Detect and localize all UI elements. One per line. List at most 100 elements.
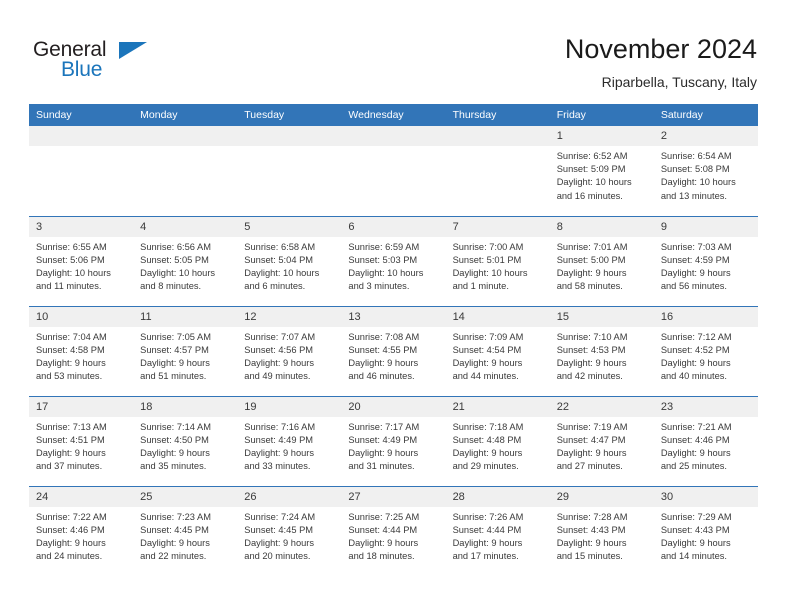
weekday-header-thursday: Thursday bbox=[445, 104, 550, 126]
calendar-day-cell-empty bbox=[445, 126, 550, 216]
daylight-text: and 56 minutes. bbox=[660, 281, 727, 292]
sunset-text: Sunset: 4:54 PM bbox=[452, 344, 522, 355]
calendar-day-cell[interactable]: 12 Sunrise: 7:07 AM Sunset: 4:56 PM Dayligh… bbox=[237, 305, 342, 396]
daylight-text: Daylight: 9 hours bbox=[36, 537, 106, 548]
calendar-day-cell[interactable]: 2 Sunrise: 6:54 AM Sunset: 5:08 PM Daylight… bbox=[653, 126, 758, 216]
calendar-day-cell[interactable]: 3 Sunrise: 6:55 AM Sunset: 5:06 PM Daylight… bbox=[29, 215, 134, 306]
day-number: 12 bbox=[237, 306, 342, 327]
calendar-day-cell[interactable]: 8 Sunrise: 7:01 AM Sunset: 5:00 PM Daylight… bbox=[549, 215, 654, 306]
calendar-day-cell[interactable]: 7 Sunrise: 7:00 AM Sunset: 5:01 PM Daylight… bbox=[445, 215, 550, 306]
calendar-day-cell[interactable]: 19 Sunrise: 7:16 AM Sunset: 4:49 PM Dayligh… bbox=[237, 395, 342, 486]
day-details: Sunrise: 7:04 AM Sunset: 4:58 PM Daylight:… bbox=[29, 327, 133, 384]
weekday-header-tuesday: Tuesday bbox=[237, 104, 342, 126]
daylight-text: Daylight: 10 hours bbox=[660, 177, 736, 188]
sunrise-text: Sunrise: 7:21 AM bbox=[660, 421, 732, 432]
day-details: Sunrise: 7:29 AM Sunset: 4:43 PM Daylight:… bbox=[654, 507, 758, 564]
daylight-text: Daylight: 9 hours bbox=[452, 447, 523, 458]
calendar-day-cell[interactable]: 6 Sunrise: 6:59 AM Sunset: 5:03 PM Daylight… bbox=[341, 215, 446, 306]
calendar-day-cell[interactable]: 4 Sunrise: 6:56 AM Sunset: 5:05 PM Daylight… bbox=[133, 215, 238, 306]
daylight-text: and 13 minutes. bbox=[660, 190, 727, 201]
calendar-day-cell[interactable]: 26 Sunrise: 7:24 AM Sunset: 4:45 PM Dayligh… bbox=[237, 485, 342, 576]
calendar-day-cell[interactable]: 17 Sunrise: 7:13 AM Sunset: 4:51 PM Dayligh… bbox=[29, 395, 134, 486]
calendar-day-cell[interactable]: 21 Sunrise: 7:18 AM Sunset: 4:48 PM Dayligh… bbox=[445, 395, 550, 486]
day-details: Sunrise: 7:08 AM Sunset: 4:55 PM Daylight:… bbox=[341, 327, 445, 384]
daylight-text: and 33 minutes. bbox=[244, 461, 311, 472]
calendar-day-cell[interactable]: 13 Sunrise: 7:08 AM Sunset: 4:55 PM Dayligh… bbox=[341, 305, 446, 396]
calendar-day-cell[interactable]: 23 Sunrise: 7:21 AM Sunset: 4:46 PM Dayligh… bbox=[653, 395, 758, 486]
day-number: 23 bbox=[653, 396, 758, 417]
sunrise-text: Sunrise: 7:18 AM bbox=[452, 421, 524, 432]
daylight-text: and 25 minutes. bbox=[660, 461, 727, 472]
sunset-text: Sunset: 4:52 PM bbox=[660, 344, 730, 355]
sunset-text: Sunset: 4:43 PM bbox=[660, 524, 730, 535]
calendar-day-cell[interactable]: 11 Sunrise: 7:05 AM Sunset: 4:57 PM Dayligh… bbox=[133, 305, 238, 396]
day-number: 25 bbox=[133, 486, 238, 507]
calendar-day-cell[interactable]: 15 Sunrise: 7:10 AM Sunset: 4:53 PM Dayligh… bbox=[549, 305, 654, 396]
day-details: Sunrise: 7:13 AM Sunset: 4:51 PM Daylight:… bbox=[29, 417, 133, 474]
daylight-text: and 46 minutes. bbox=[348, 371, 415, 382]
day-number bbox=[237, 126, 342, 146]
daylight-text: Daylight: 9 hours bbox=[348, 357, 419, 368]
calendar-page: General Blue November 2024 Riparbella, T… bbox=[0, 0, 792, 612]
day-number: 7 bbox=[445, 216, 550, 237]
weekday-header-saturday: Saturday bbox=[653, 104, 758, 126]
calendar-day-cell[interactable]: 30 Sunrise: 7:29 AM Sunset: 4:43 PM Dayligh… bbox=[653, 485, 758, 576]
calendar-day-cell[interactable]: 18 Sunrise: 7:14 AM Sunset: 4:50 PM Dayligh… bbox=[133, 395, 238, 486]
sunset-text: Sunset: 4:45 PM bbox=[140, 524, 209, 535]
sunset-text: Sunset: 5:00 PM bbox=[556, 254, 626, 265]
calendar-day-cell[interactable]: 29 Sunrise: 7:28 AM Sunset: 4:43 PM Dayligh… bbox=[549, 485, 654, 576]
day-details: Sunrise: 6:58 AM Sunset: 5:04 PM Daylight:… bbox=[237, 237, 341, 294]
day-details: Sunrise: 7:05 AM Sunset: 4:57 PM Daylight:… bbox=[133, 327, 237, 384]
day-number: 4 bbox=[133, 216, 238, 237]
daylight-text: and 17 minutes. bbox=[452, 551, 519, 562]
calendar-day-cell[interactable]: 25 Sunrise: 7:23 AM Sunset: 4:45 PM Dayligh… bbox=[133, 485, 238, 576]
calendar-day-cell[interactable]: 20 Sunrise: 7:17 AM Sunset: 4:49 PM Dayligh… bbox=[341, 395, 446, 486]
daylight-text: Daylight: 9 hours bbox=[660, 537, 731, 548]
general-blue-logo[interactable]: General Blue bbox=[33, 38, 163, 86]
daylight-text: Daylight: 9 hours bbox=[140, 357, 210, 368]
calendar-day-cell[interactable]: 1 Sunrise: 6:52 AM Sunset: 5:09 PM Daylight… bbox=[549, 126, 654, 216]
sunrise-text: Sunrise: 6:58 AM bbox=[244, 241, 316, 252]
day-number: 2 bbox=[653, 126, 758, 146]
daylight-text: Daylight: 9 hours bbox=[660, 267, 731, 278]
sunset-text: Sunset: 4:49 PM bbox=[244, 434, 314, 445]
day-number: 9 bbox=[653, 216, 758, 237]
sunrise-text: Sunrise: 7:26 AM bbox=[452, 511, 524, 522]
day-number: 15 bbox=[549, 306, 654, 327]
day-details: Sunrise: 6:52 AM Sunset: 5:09 PM Daylight:… bbox=[550, 146, 654, 203]
day-details: Sunrise: 7:07 AM Sunset: 4:56 PM Daylight:… bbox=[237, 327, 341, 384]
page-header: General Blue November 2024 Riparbella, T… bbox=[0, 0, 792, 100]
day-number: 20 bbox=[341, 396, 446, 417]
day-number: 28 bbox=[445, 486, 550, 507]
sunset-text: Sunset: 5:08 PM bbox=[660, 164, 730, 175]
daylight-text: and 29 minutes. bbox=[452, 461, 519, 472]
calendar-day-cell[interactable]: 22 Sunrise: 7:19 AM Sunset: 4:47 PM Dayligh… bbox=[549, 395, 654, 486]
daylight-text: Daylight: 9 hours bbox=[244, 537, 315, 548]
sunset-text: Sunset: 4:46 PM bbox=[36, 524, 105, 535]
daylight-text: and 31 minutes. bbox=[348, 461, 415, 472]
day-number: 17 bbox=[29, 396, 134, 417]
day-details: Sunrise: 6:54 AM Sunset: 5:08 PM Daylight:… bbox=[654, 146, 758, 203]
calendar-week-row: 17 Sunrise: 7:13 AM Sunset: 4:51 PM Dayligh… bbox=[29, 395, 758, 486]
sunrise-text: Sunrise: 6:59 AM bbox=[348, 241, 420, 252]
calendar-day-cell[interactable]: 10 Sunrise: 7:04 AM Sunset: 4:58 PM Dayligh… bbox=[29, 305, 134, 396]
calendar-day-cell[interactable]: 24 Sunrise: 7:22 AM Sunset: 4:46 PM Dayligh… bbox=[29, 485, 134, 576]
calendar-day-cell-empty bbox=[237, 126, 342, 216]
calendar-day-cell[interactable]: 27 Sunrise: 7:25 AM Sunset: 4:44 PM Dayligh… bbox=[341, 485, 446, 576]
calendar-day-cell[interactable]: 14 Sunrise: 7:09 AM Sunset: 4:54 PM Dayligh… bbox=[445, 305, 550, 396]
day-details: Sunrise: 7:00 AM Sunset: 5:01 PM Daylight:… bbox=[446, 237, 550, 294]
calendar-day-cell[interactable]: 28 Sunrise: 7:26 AM Sunset: 4:44 PM Dayligh… bbox=[445, 485, 550, 576]
daylight-text: Daylight: 9 hours bbox=[556, 267, 627, 278]
daylight-text: and 49 minutes. bbox=[244, 371, 311, 382]
calendar-day-cell[interactable]: 9 Sunrise: 7:03 AM Sunset: 4:59 PM Daylight… bbox=[653, 215, 758, 306]
daylight-text: Daylight: 10 hours bbox=[348, 267, 424, 278]
calendar-header-row: Sunday Monday Tuesday Wednesday Thursday Frid… bbox=[29, 104, 758, 126]
sunset-text: Sunset: 4:51 PM bbox=[36, 434, 105, 445]
daylight-text: Daylight: 9 hours bbox=[244, 447, 315, 458]
calendar-week-row: 1 Sunrise: 6:52 AM Sunset: 5:09 PM Daylight… bbox=[29, 126, 758, 216]
calendar-day-cell[interactable]: 16 Sunrise: 7:12 AM Sunset: 4:52 PM Dayligh… bbox=[653, 305, 758, 396]
calendar-day-cell[interactable]: 5 Sunrise: 6:58 AM Sunset: 5:04 PM Daylight… bbox=[237, 215, 342, 306]
sunrise-text: Sunrise: 7:07 AM bbox=[244, 331, 316, 342]
day-details bbox=[29, 146, 133, 150]
daylight-text: and 24 minutes. bbox=[36, 551, 103, 562]
